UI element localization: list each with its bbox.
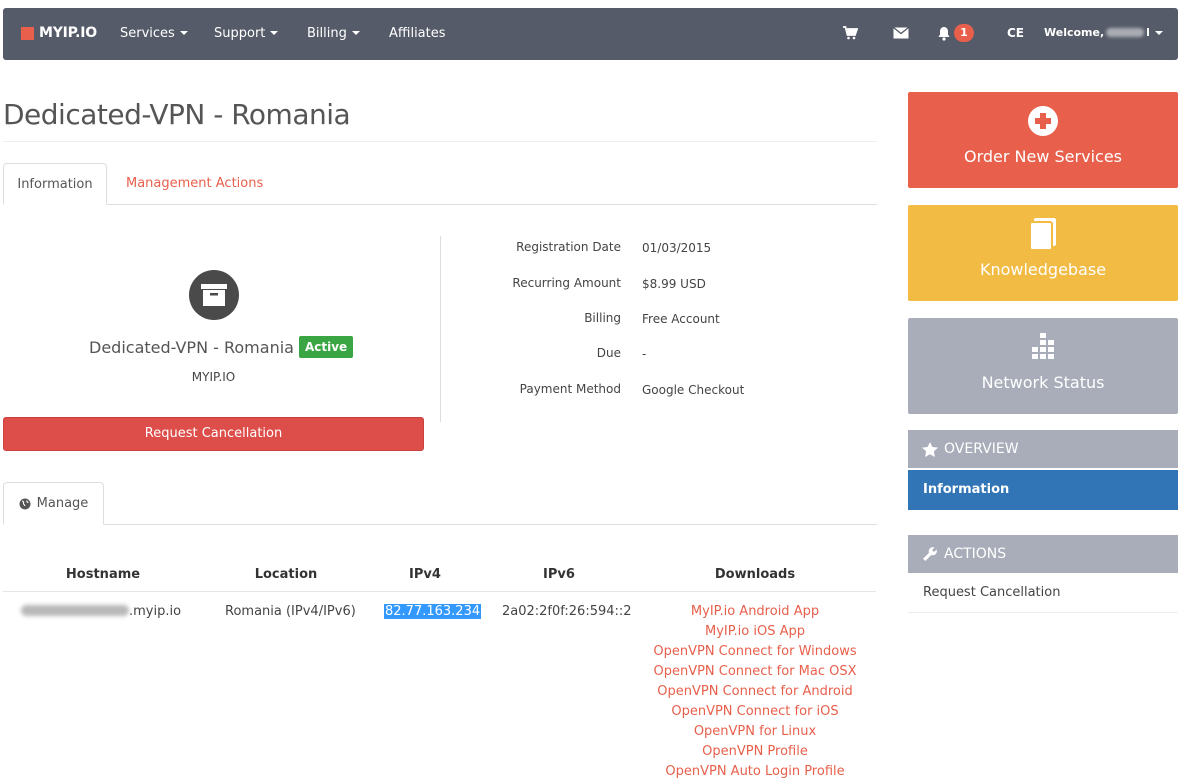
nav-affiliates[interactable]: Affiliates — [389, 26, 446, 41]
nav-billing[interactable]: Billing — [307, 26, 360, 41]
archive-box-icon — [189, 270, 239, 320]
knowledgebase-label: Knowledgebase — [979, 260, 1107, 279]
nav-support-label: Support — [214, 26, 266, 41]
billing-value: Free Account — [642, 312, 720, 326]
title-divider — [3, 141, 877, 142]
order-new-services-label: Order New Services — [963, 147, 1122, 166]
nav-support[interactable]: Support — [214, 26, 279, 41]
download-openvpn-windows[interactable]: OpenVPN Connect for Windows — [603, 644, 907, 659]
header-location[interactable]: Location — [206, 567, 366, 582]
nav-affiliates-label: Affiliates — [389, 26, 446, 41]
sidebar-item-information[interactable]: Information — [908, 470, 1178, 510]
download-openvpn-ios[interactable]: OpenVPN Connect for iOS — [603, 704, 907, 719]
knowledgebase-tile[interactable]: Knowledgebase — [908, 205, 1178, 301]
notification-badge[interactable]: 1 — [954, 24, 974, 42]
due-label: Due — [596, 346, 621, 360]
envelope-icon[interactable] — [892, 23, 910, 43]
top-navbar: MYIP.IO Services Support Billing Affilia… — [3, 8, 1178, 60]
download-openvpn-profile[interactable]: OpenVPN Profile — [603, 744, 907, 759]
header-hostname[interactable]: Hostname — [23, 567, 183, 582]
overview-title: OVERVIEW — [944, 441, 1019, 457]
download-ios-app[interactable]: MyIP.io iOS App — [603, 624, 907, 639]
order-new-services-tile[interactable]: Order New Services — [908, 92, 1178, 188]
network-status-tile[interactable]: Network Status — [908, 318, 1178, 414]
product-name: Dedicated-VPN - Romania — [89, 337, 294, 357]
download-openvpn-linux[interactable]: OpenVPN for Linux — [603, 724, 907, 739]
star-icon — [922, 441, 938, 457]
hostname-suffix: .myip.io — [129, 604, 182, 619]
nav-billing-label: Billing — [307, 26, 347, 41]
plus-circle-icon — [1027, 105, 1059, 137]
server-stack-icon — [1027, 331, 1059, 363]
download-openvpn-mac[interactable]: OpenVPN Connect for Mac OSX — [603, 664, 907, 679]
table-header-row: Hostname Location IPv4 IPv6 Downloads — [3, 556, 876, 592]
product-name-row: Dedicated-VPN - Romania Active — [89, 336, 354, 358]
ipv4-selected-text: 82.77.163.234 — [384, 604, 482, 619]
cart-icon[interactable] — [841, 23, 859, 43]
globe-icon — [19, 498, 31, 509]
nav-services-label: Services — [120, 26, 175, 41]
welcome-suffix: l — [1146, 26, 1150, 39]
brand-name: MYIP.IO — [39, 25, 97, 41]
request-cancellation-button[interactable]: Request Cancellation — [3, 417, 424, 451]
overview-panel-header: OVERVIEW — [908, 430, 1178, 468]
registration-date-value: 01/03/2015 — [642, 241, 712, 255]
nav-services[interactable]: Services — [120, 26, 188, 41]
header-downloads[interactable]: Downloads — [603, 567, 907, 582]
status-badge: Active — [298, 336, 354, 358]
cell-location: Romania (IPv4/IPv6) — [225, 604, 356, 619]
registration-date-label: Registration Date — [516, 240, 621, 254]
blurred-username — [1106, 28, 1145, 37]
company-name: MYIP.IO — [191, 370, 236, 384]
cell-hostname: .myip.io — [21, 604, 181, 619]
actions-panel-header: ACTIONS — [908, 535, 1178, 573]
brand-logo[interactable]: MYIP.IO — [21, 25, 97, 41]
wrench-icon — [923, 547, 937, 561]
actions-title: ACTIONS — [944, 546, 1007, 562]
download-openvpn-autologin-profile[interactable]: OpenVPN Auto Login Profile — [603, 764, 907, 779]
due-value: - — [642, 347, 647, 361]
payment-method-label: Payment Method — [519, 382, 621, 396]
caret-down-icon — [351, 31, 360, 35]
blurred-hostname — [21, 605, 129, 616]
caret-down-icon — [179, 31, 188, 35]
tab-manage-label: Manage — [36, 495, 89, 511]
network-status-label: Network Status — [981, 373, 1105, 392]
recurring-amount-value: $8.99 USD — [642, 277, 706, 291]
download-android-app[interactable]: MyIP.io Android App — [603, 604, 907, 619]
book-icon — [1027, 218, 1059, 250]
manage-tabs-baseline — [3, 524, 877, 525]
services-table: Hostname Location IPv4 IPv6 Downloads .m… — [3, 556, 876, 783]
user-menu[interactable]: Welcome, l — [1044, 26, 1163, 39]
cell-ipv4: 82.77.163.234 — [384, 604, 482, 619]
brand-square-icon — [21, 26, 34, 40]
tab-manage[interactable]: Manage — [3, 482, 104, 525]
caret-down-icon — [270, 31, 279, 35]
billing-label: Billing — [584, 311, 621, 325]
tab-management-actions[interactable]: Management Actions — [126, 163, 263, 205]
bell-icon[interactable] — [935, 23, 953, 43]
page-title: Dedicated-VPN - Romania — [3, 98, 351, 131]
sidebar-item-request-cancellation[interactable]: Request Cancellation — [908, 573, 1178, 613]
payment-method-value: Google Checkout — [642, 383, 745, 397]
welcome-text: Welcome, — [1044, 26, 1105, 39]
tab-information[interactable]: Information — [3, 163, 107, 205]
caret-down-icon — [1154, 30, 1163, 35]
language-selector[interactable]: CE — [1007, 26, 1024, 40]
download-openvpn-android[interactable]: OpenVPN Connect for Android — [603, 684, 907, 699]
recurring-amount-label: Recurring Amount — [512, 276, 621, 290]
